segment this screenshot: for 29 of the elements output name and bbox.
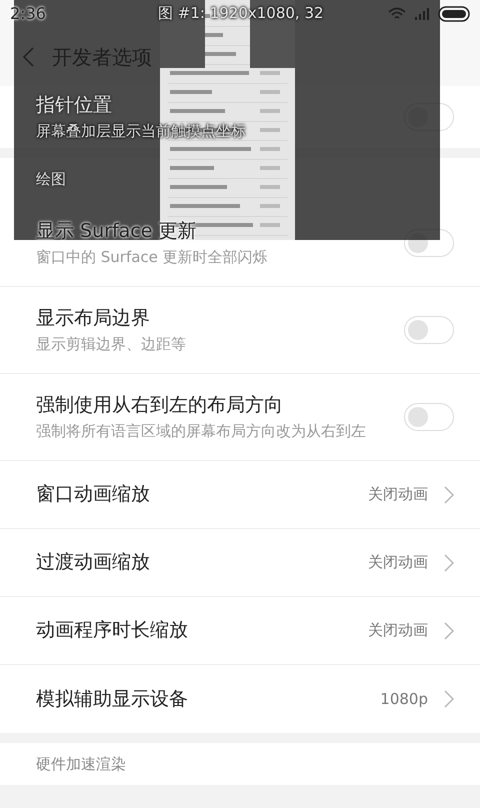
setting-description: 显示剪辑边界、边距等 — [36, 334, 187, 355]
settings-row[interactable]: 显示布局边界 显示剪辑边界、边距等 — [0, 287, 480, 374]
setting-title: 过渡动画缩放 — [36, 550, 151, 576]
section-header: 绘图 — [36, 168, 66, 190]
setting-description: 窗口中的 Surface 更新时全部闪烁 — [36, 247, 269, 268]
toggle-switch[interactable] — [404, 403, 454, 431]
battery-icon — [438, 6, 470, 22]
settings-row[interactable]: 模拟辅助显示设备 1080p — [0, 665, 480, 733]
setting-value: 关闭动画 — [368, 620, 428, 642]
settings-row[interactable]: 强制使用从右到左的布局方向 强制将所有语言区域的屏幕布局方向改为从右到左 — [0, 374, 480, 461]
settings-row[interactable]: 过渡动画缩放 关闭动画 — [0, 529, 480, 597]
setting-title: 窗口动画缩放 — [36, 482, 151, 508]
chevron-right-icon — [444, 486, 454, 504]
setting-title: 显示布局边界 — [36, 306, 151, 331]
chevron-right-icon — [444, 622, 454, 640]
setting-value: 关闭动画 — [368, 552, 428, 574]
chevron-right-icon — [444, 690, 454, 708]
section-header: 硬件加速渲染 — [36, 754, 126, 775]
settings-row[interactable]: 窗口动画缩放 关闭动画 — [0, 461, 480, 529]
setting-description: 强制将所有语言区域的屏幕布局方向改为从右到左 — [36, 421, 367, 442]
chevron-right-icon — [444, 554, 454, 572]
setting-title: 动画程序时长缩放 — [36, 618, 189, 644]
setting-value: 1080p — [380, 688, 428, 710]
setting-title: 模拟辅助显示设备 — [36, 686, 189, 712]
setting-title: 强制使用从右到左的布局方向 — [36, 393, 284, 418]
settings-row[interactable]: 动画程序时长缩放 关闭动画 — [0, 597, 480, 665]
setting-title: 指针位置 — [36, 93, 113, 118]
toggle-switch[interactable] — [404, 316, 454, 344]
setting-value: 关闭动画 — [368, 484, 428, 506]
